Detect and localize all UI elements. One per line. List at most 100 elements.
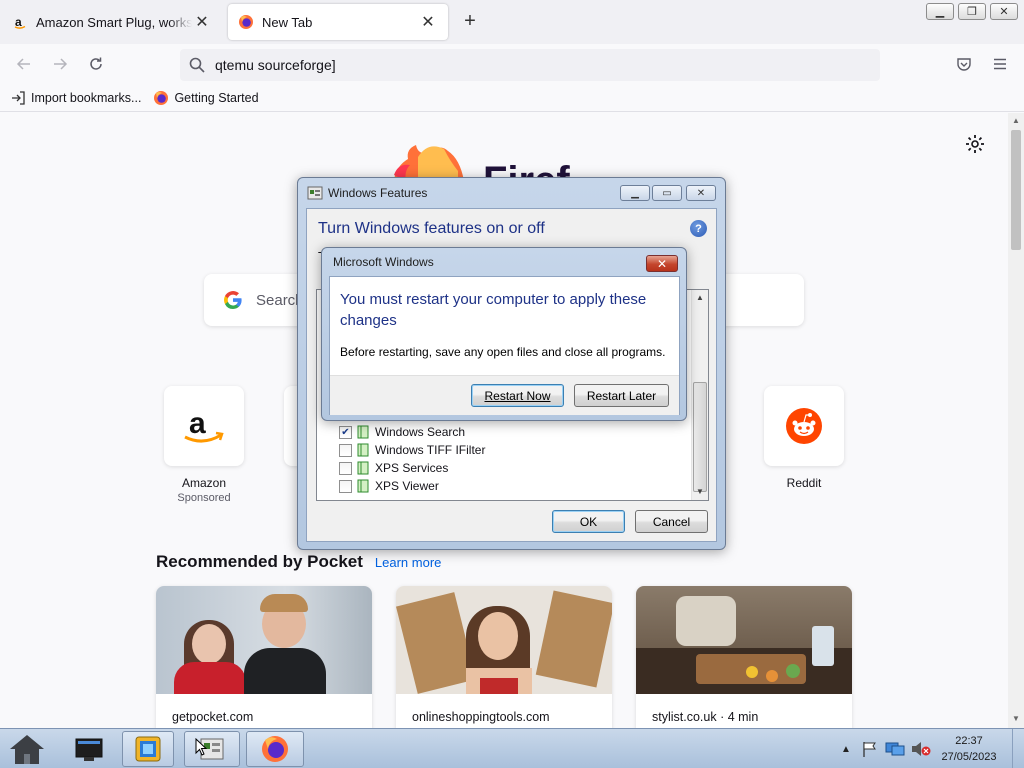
file-manager-icon: [135, 736, 161, 762]
url-text: qtemu sourceforge]: [215, 57, 336, 73]
shortcut-label: Reddit: [786, 476, 822, 490]
restart-detail: Before restarting, save any open files a…: [340, 345, 666, 359]
firefox-icon: [262, 736, 288, 762]
pocket-button[interactable]: [952, 52, 976, 76]
maximize-button[interactable]: ▭: [652, 185, 682, 201]
scroll-down-icon[interactable]: ▼: [692, 487, 708, 496]
cancel-button[interactable]: Cancel: [635, 510, 708, 533]
feature-checkbox[interactable]: [339, 461, 352, 475]
card-source: onlineshoppingtools.com: [412, 710, 550, 724]
minimize-window-button[interactable]: ▁: [926, 3, 954, 20]
scroll-down-icon[interactable]: ▼: [1011, 714, 1021, 723]
ok-button[interactable]: OK: [552, 510, 625, 533]
taskbar-app-firefox[interactable]: [246, 731, 304, 767]
folder-icon: [357, 425, 369, 439]
firefox-icon: [153, 90, 169, 106]
close-window-button[interactable]: ✕: [990, 3, 1018, 20]
system-tray: ▲: [836, 729, 932, 768]
restore-window-button[interactable]: ❐: [958, 3, 986, 20]
taskbar-app-terminal[interactable]: [68, 731, 110, 767]
bookmarks-toolbar: Import bookmarks... Getting Started: [0, 84, 1024, 112]
close-button[interactable]: ✕: [686, 185, 716, 201]
volume-muted-icon[interactable]: [910, 740, 932, 758]
scroll-up-icon[interactable]: ▲: [692, 293, 708, 302]
folder-icon: [357, 443, 369, 457]
dialog-title: Windows Features: [328, 186, 428, 200]
pocket-card[interactable]: getpocket.com: [156, 586, 372, 728]
pocket-card[interactable]: stylist.co.uk · 4 min: [636, 586, 852, 728]
tab-amazon[interactable]: a Amazon Smart Plug, works with ✕: [2, 4, 222, 40]
back-arrow-icon: [16, 58, 30, 70]
help-icon[interactable]: ?: [690, 220, 707, 237]
network-icon[interactable]: [884, 740, 906, 758]
folder-icon: [357, 461, 369, 475]
taskbar-app-windows-features[interactable]: [184, 731, 240, 767]
feature-checkbox[interactable]: [339, 479, 352, 493]
reddit-icon: [786, 408, 822, 444]
menu-button[interactable]: [988, 52, 1012, 76]
forward-button[interactable]: [48, 52, 72, 76]
card-source: getpocket.com: [172, 710, 254, 724]
close-button[interactable]: ✕: [646, 255, 678, 272]
reload-button[interactable]: [84, 52, 108, 76]
tab-new-tab[interactable]: New Tab ✕: [228, 4, 448, 40]
scroll-up-icon[interactable]: ▲: [1011, 116, 1021, 125]
forward-arrow-icon: [54, 58, 68, 70]
taskbar-clock[interactable]: 22:37 27/05/2023: [932, 733, 1006, 765]
tab-title: Amazon Smart Plug, works with: [36, 14, 192, 30]
shortcut-sponsored: Sponsored: [177, 492, 231, 504]
monitor-icon: [75, 738, 103, 761]
restart-later-button[interactable]: Restart Later: [574, 384, 669, 407]
amazon-icon: a: [12, 14, 28, 30]
close-tab-icon[interactable]: ✕: [418, 12, 438, 32]
back-button[interactable]: [12, 52, 36, 76]
clock-time: 22:37: [955, 735, 983, 747]
home-icon: [10, 735, 44, 764]
flag-icon[interactable]: [860, 740, 880, 758]
bookmark-getting-started[interactable]: Getting Started: [153, 90, 259, 106]
restart-now-button[interactable]: Restart Now: [471, 384, 564, 407]
url-bar[interactable]: qtemu sourceforge]: [180, 49, 880, 81]
feature-item[interactable]: Windows TIFF IFilter: [339, 441, 485, 459]
pocket-icon: [957, 58, 971, 71]
bookmark-import[interactable]: Import bookmarks...: [10, 90, 141, 106]
new-tab-button[interactable]: +: [458, 10, 482, 34]
show-hidden-icons-icon[interactable]: ▲: [836, 744, 856, 755]
reload-icon: [90, 57, 102, 70]
search-icon: [189, 57, 205, 73]
minimize-button[interactable]: ▁: [620, 185, 650, 201]
tree-scrollbar[interactable]: ▲ ▼: [691, 290, 708, 500]
scrollbar-thumb[interactable]: [693, 382, 707, 492]
learn-more-link[interactable]: Learn more: [375, 555, 441, 570]
feature-item[interactable]: ✔ Windows Search: [339, 423, 465, 441]
card-source: stylist.co.uk · 4 min: [652, 710, 759, 724]
start-button[interactable]: [6, 731, 48, 767]
show-desktop-button[interactable]: [1012, 729, 1024, 768]
pocket-card[interactable]: onlineshoppingtools.com: [396, 586, 612, 728]
close-tab-icon[interactable]: ✕: [192, 12, 212, 32]
feature-checkbox[interactable]: ✔: [339, 425, 352, 439]
shortcut-tile: a: [164, 386, 244, 466]
tab-title: New Tab: [262, 14, 313, 30]
shortcut-amazon[interactable]: a Amazon Sponsored: [164, 386, 244, 504]
pocket-header: Recommended by Pocket Learn more: [156, 552, 441, 572]
feature-label: Windows Search: [375, 425, 466, 439]
nav-toolbar: qtemu sourceforge]: [0, 44, 1024, 84]
dialog-footer: Restart Now Restart Later: [330, 375, 679, 415]
import-icon: [10, 90, 26, 106]
feature-item[interactable]: XPS Viewer: [339, 477, 439, 495]
taskbar-app-explorer[interactable]: [122, 731, 174, 767]
page-scrollbar[interactable]: ▲ ▼: [1008, 113, 1024, 728]
shortcut-tile: [764, 386, 844, 466]
folder-icon: [357, 479, 369, 493]
scrollbar-thumb[interactable]: [1011, 130, 1021, 250]
shortcut-label: Amazon: [181, 476, 227, 490]
dialog-titlebar[interactable]: Microsoft Windows: [322, 248, 686, 276]
feature-checkbox[interactable]: [339, 443, 352, 457]
gear-icon[interactable]: [964, 133, 986, 155]
bookmark-label: Getting Started: [174, 90, 259, 105]
amazon-icon: a: [184, 407, 224, 443]
feature-item[interactable]: XPS Services: [339, 459, 448, 477]
shortcut-reddit[interactable]: Reddit: [764, 386, 844, 490]
card-image: [396, 586, 612, 694]
